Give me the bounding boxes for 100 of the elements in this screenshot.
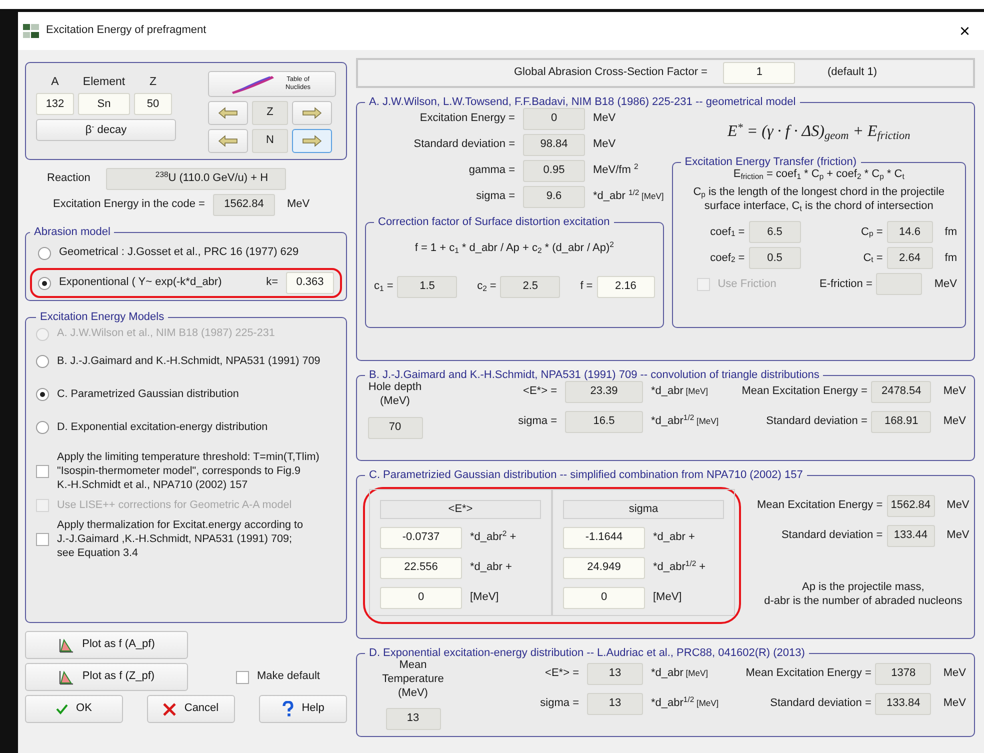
unit-label: MeV — [946, 529, 970, 543]
value-field[interactable]: 9.6 — [523, 186, 585, 208]
checkbox-label: Use Friction — [718, 278, 776, 292]
section-title: Excitation Energy Transfer (friction) — [684, 156, 858, 168]
value-field[interactable]: 1562.84 — [886, 495, 935, 518]
help-icon — [282, 701, 294, 718]
field-label: gamma = — [468, 164, 515, 178]
field-label: sigma = — [539, 697, 579, 711]
value-field[interactable]: 16.5 — [565, 411, 643, 434]
section-title: C. Parametrizied Gaussian distribution -- simplified combination from NPA710 (2002) 157 — [368, 469, 804, 482]
cancel-button[interactable]: Cancel — [147, 695, 235, 724]
value-field[interactable]: 1378 — [875, 663, 932, 686]
formula-text: f = 1 + c$_{1}$ * d_abr / Ap + c$_{2}$ * (d_abr / Ap)$^{2}$ — [414, 242, 615, 256]
value-field[interactable]: 133.44 — [886, 525, 935, 548]
value-field[interactable]: 13 — [587, 663, 643, 686]
value-field[interactable]: 1 — [723, 62, 796, 84]
unit-label: *d_abr$^{1/2}$ + — [653, 561, 706, 575]
column-header: <E*> — [380, 500, 541, 520]
radio-button[interactable] — [36, 388, 49, 402]
unit-label: [MeV] — [653, 591, 682, 605]
axis-label: Z — [252, 101, 288, 125]
arrow-button[interactable] — [208, 101, 248, 125]
left-arrow-icon — [218, 107, 238, 119]
checkbox[interactable] — [36, 532, 49, 546]
value-field[interactable]: 0.5 — [748, 247, 801, 270]
unit-label: MeV — [286, 198, 310, 212]
field-label: coef$_{2}$ = — [709, 252, 745, 266]
value-field[interactable]: 50 — [134, 93, 172, 116]
plot-icon — [58, 637, 74, 654]
unit-label: *d_abr$^{1/2}$ [MeV] — [651, 415, 719, 429]
column-label: A — [50, 75, 60, 90]
unit-label: MeV — [593, 138, 616, 152]
plot-button[interactable]: Plot as f (Z_pf) — [25, 663, 188, 692]
value-field[interactable]: 0 — [380, 587, 462, 610]
option-label: A. J.W.Wilson et al., NIM B18 (1987) 225-231 — [57, 327, 275, 341]
decay-button[interactable]: β$^{-}$ decay — [36, 119, 176, 142]
value-field[interactable]: -1.1644 — [563, 527, 645, 550]
value-field[interactable]: 2.16 — [596, 276, 655, 298]
value-field[interactable]: $^{238}$U (110.0 GeV/u) + H — [106, 168, 286, 190]
value-field[interactable]: 1562.84 — [212, 194, 275, 216]
field-label: <E*> = — [544, 667, 579, 681]
value-field[interactable]: Sn — [78, 93, 130, 116]
radio-button[interactable] — [36, 421, 49, 434]
plot-button[interactable]: Plot as f (A_pf) — [25, 631, 188, 660]
field-label: Global Abrasion Cross-Section Factor = — [514, 66, 708, 80]
field-label: Mean Excitation Energy = — [742, 385, 868, 399]
value-field[interactable]: -0.0737 — [380, 527, 462, 550]
check-icon — [56, 703, 68, 716]
unit-label: MeV — [943, 385, 966, 399]
value-field[interactable]: 0.95 — [523, 160, 585, 182]
option-label: B. J.-J.Gaimard and K.-H.Schmidt, NPA531 (1991) 709 — [57, 354, 320, 368]
value-field[interactable]: 6.5 — [748, 221, 801, 244]
value-field[interactable]: 22.556 — [380, 557, 462, 580]
value-field[interactable]: 0 — [523, 108, 585, 130]
unit-label: *d_abr$^{1/2}$ [MeV] — [651, 697, 719, 711]
value-field[interactable]: 23.39 — [565, 381, 643, 404]
field-label: sigma = — [517, 415, 557, 429]
value-field[interactable]: 24.949 — [563, 557, 645, 580]
value-field[interactable]: 0 — [563, 587, 645, 610]
value-field[interactable]: 13 — [386, 708, 440, 730]
arrow-button[interactable] — [292, 129, 332, 153]
column-label: Z — [148, 75, 158, 90]
value-field[interactable]: 168.91 — [871, 411, 932, 434]
unit-label: *d_abr + — [653, 531, 695, 545]
unit-label: MeV — [593, 112, 616, 126]
value-field[interactable]: 98.84 — [523, 134, 585, 156]
field-label: Reaction — [47, 172, 90, 186]
value-field[interactable]: 2478.54 — [871, 381, 932, 404]
unit-label: *d_abr [MeV] — [651, 667, 708, 681]
checkbox[interactable] — [236, 670, 249, 684]
right-arrow-icon — [302, 135, 322, 147]
arrow-button[interactable] — [208, 129, 248, 153]
unit-label: *d_abr $^{1/2}$ [MeV] — [593, 190, 664, 204]
radio-button[interactable] — [38, 276, 51, 290]
arrow-button[interactable] — [292, 101, 332, 125]
unit-label: MeV — [946, 499, 970, 513]
ok-button[interactable]: OK — [25, 695, 123, 724]
field-label: k= — [266, 276, 278, 290]
checkbox[interactable] — [36, 464, 49, 478]
close-button[interactable]: × — [957, 22, 972, 40]
value-field[interactable]: 0.363 — [286, 272, 334, 294]
value-field[interactable]: 1.5 — [397, 276, 458, 298]
value-field[interactable]: 70 — [368, 416, 422, 439]
field-label: c$_{1}$ = — [374, 280, 394, 294]
value-field[interactable]: 2.5 — [500, 276, 560, 298]
value-field[interactable]: 132 — [36, 93, 74, 116]
unit-label: MeV — [943, 415, 966, 429]
value-field[interactable]: 13 — [587, 693, 643, 716]
value-field[interactable]: 14.6 — [886, 221, 933, 244]
left-arrow-icon — [218, 135, 238, 147]
option-label: Geometrical : J.Gosset et al., PRC 16 (1977) 629 — [59, 246, 299, 260]
field-label: Mean Excitation Energy = — [757, 499, 883, 513]
help-button[interactable]: Help — [259, 695, 347, 724]
value-field[interactable]: 2.64 — [886, 247, 933, 270]
radio-button[interactable] — [36, 355, 49, 368]
value-field[interactable]: 133.84 — [875, 693, 932, 716]
field-label: C$_{t}$ = — [863, 252, 883, 266]
radio-button[interactable] — [38, 246, 51, 260]
value-field[interactable] — [876, 273, 922, 296]
section-title: Abrasion model — [33, 226, 112, 238]
